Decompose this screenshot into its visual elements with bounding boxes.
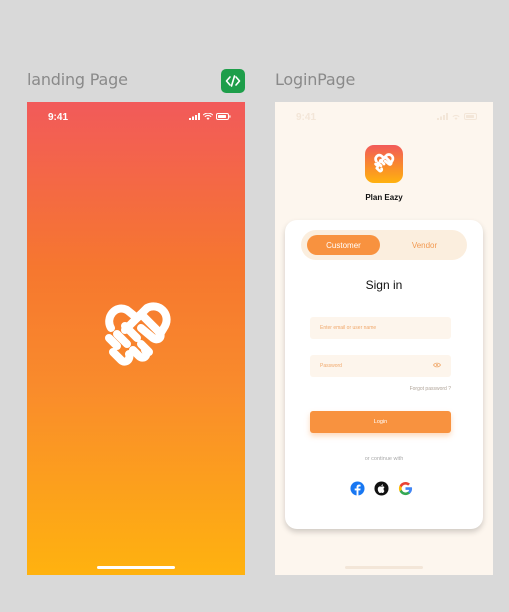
status-bar: 9:41 <box>275 102 493 132</box>
handshake-logo-icon <box>97 298 177 383</box>
continue-with-text: or continue with <box>364 456 404 462</box>
email-field[interactable]: Enter email or user name <box>310 317 451 339</box>
landing-page-frame: 9:41 <box>27 102 245 575</box>
user-type-toggle: Customer Vendor <box>301 230 467 260</box>
forgot-password-link[interactable]: Forgot password ? <box>410 386 451 392</box>
wifi-icon <box>452 114 460 120</box>
facebook-icon[interactable] <box>350 481 365 496</box>
home-indicator <box>97 566 175 569</box>
customer-tab[interactable]: Customer <box>307 235 380 255</box>
status-time: 9:41 <box>296 112 317 123</box>
battery-icon <box>464 113 477 120</box>
status-icons <box>189 113 231 120</box>
password-field[interactable]: Password <box>310 355 451 377</box>
app-logo-icon <box>365 145 403 183</box>
battery-icon <box>216 113 231 120</box>
vendor-tab[interactable]: Vendor <box>388 235 461 255</box>
wifi-icon <box>203 113 213 120</box>
eye-icon[interactable] <box>433 362 441 368</box>
signal-icon <box>189 113 200 120</box>
apple-icon[interactable] <box>374 481 389 496</box>
code-icon[interactable] <box>221 69 245 93</box>
status-bar: 9:41 <box>27 102 245 132</box>
login-button[interactable]: Login <box>310 411 451 433</box>
status-icons <box>437 113 479 120</box>
google-icon[interactable] <box>398 481 413 496</box>
login-page-frame-label: LoginPage <box>275 70 356 89</box>
signal-icon <box>437 113 448 120</box>
social-login-row <box>350 481 413 496</box>
email-placeholder: Enter email or user name <box>320 325 377 331</box>
login-page-frame: 9:41 Plan Eazy Customer Vendor Sign in E… <box>275 102 493 575</box>
status-time: 9:41 <box>48 112 69 123</box>
home-indicator <box>345 566 423 569</box>
sign-in-card: Customer Vendor Sign in Enter email or u… <box>285 220 483 529</box>
sign-in-title: Sign in <box>365 278 403 292</box>
password-placeholder: Password <box>320 363 342 369</box>
app-name: Plan Eazy <box>365 193 403 202</box>
landing-page-frame-label: landing Page <box>27 70 128 89</box>
